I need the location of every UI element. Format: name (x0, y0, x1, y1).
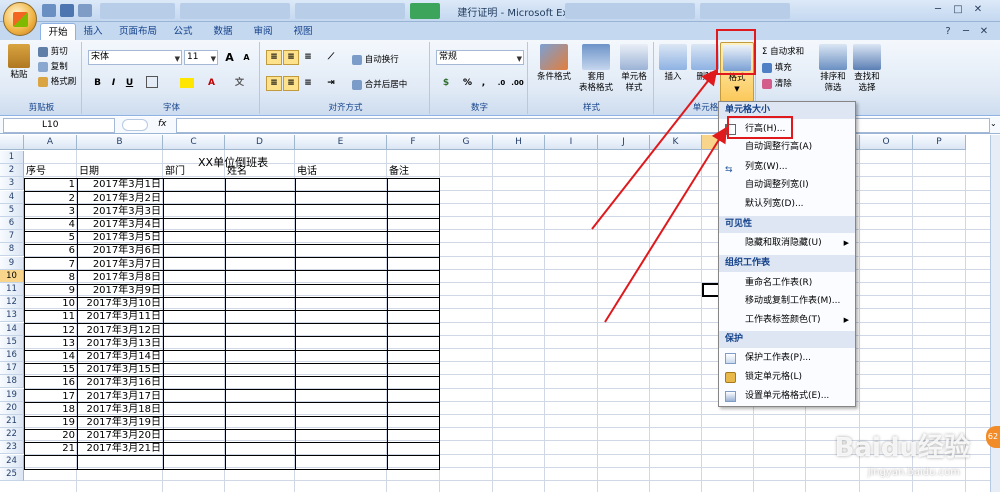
format-button-highlight (716, 29, 756, 75)
annotation-arrows (591, 68, 728, 323)
arrow-to-row-height (604, 126, 728, 323)
row-height-highlight (727, 116, 793, 139)
arrow-to-format-button (591, 68, 718, 230)
